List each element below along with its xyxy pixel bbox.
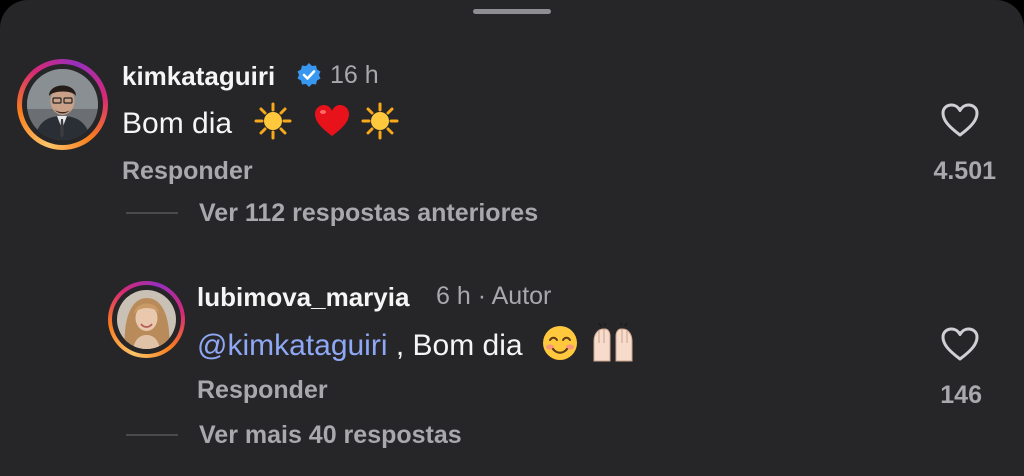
sun-icon [361, 102, 399, 148]
replies-divider-line [126, 212, 178, 214]
red-heart-icon [313, 102, 351, 148]
comment-username[interactable]: kimkataguiri [122, 61, 275, 92]
reply-body: , Bom dia [395, 328, 523, 362]
reply-username[interactable]: lubimova_maryia [197, 282, 409, 313]
sheet-drag-handle[interactable] [473, 9, 551, 14]
view-previous-replies-button[interactable]: Ver 112 respostas anteriores [199, 199, 538, 228]
reply-meta: 6 h · Autor [436, 282, 551, 311]
avatar[interactable] [27, 69, 98, 140]
comment-body: Bom dia [122, 106, 233, 140]
raising-hands-icon [591, 322, 635, 371]
author-tag: Autor [491, 282, 552, 310]
comments-sheet: kimkataguiri 16 h Bom dia Responder 4.50… [0, 0, 1024, 476]
view-more-replies-button[interactable]: Ver mais 40 respostas [199, 421, 462, 450]
heart-outline-icon[interactable] [940, 102, 980, 138]
comment-text: Bom dia [122, 102, 399, 148]
avatar[interactable] [117, 290, 176, 349]
heart-outline-icon[interactable] [940, 326, 980, 362]
mention-link[interactable]: @kimkataguiri [197, 329, 388, 362]
verified-badge-icon [296, 62, 322, 93]
meta-separator: · [477, 282, 487, 310]
reply-text: @kimkataguiri , Bom dia [197, 322, 635, 371]
like-count: 146 [940, 381, 982, 409]
replies-divider-line [126, 434, 178, 436]
smiling-face-icon [541, 324, 579, 370]
reply-button[interactable]: Responder [122, 157, 253, 186]
comment-time: 16 h [330, 61, 379, 89]
sun-icon [254, 102, 292, 148]
reply-button[interactable]: Responder [197, 376, 328, 405]
reply-time: 6 h [436, 282, 471, 310]
like-count: 4.501 [933, 157, 996, 185]
